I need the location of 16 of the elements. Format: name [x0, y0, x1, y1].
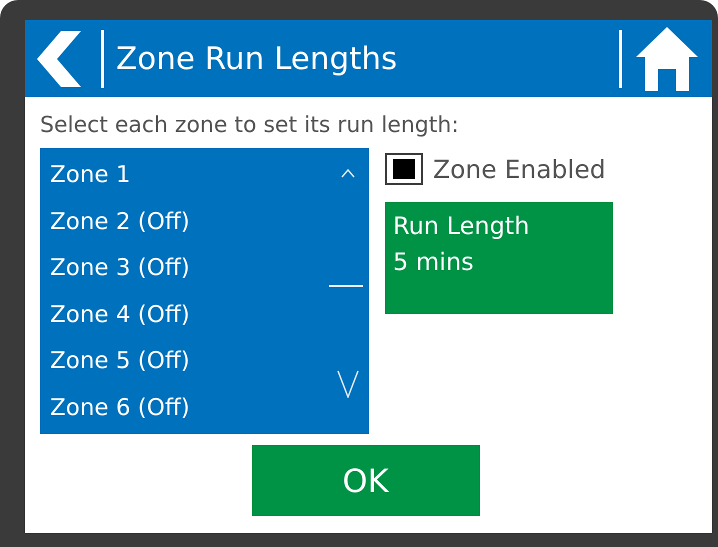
scroll-down-icon[interactable]	[337, 370, 359, 398]
run-length-button[interactable]: Run Length 5 mins	[385, 202, 613, 314]
scroll-thumb[interactable]	[329, 285, 363, 287]
checkbox-label: Zone Enabled	[433, 154, 606, 184]
scroll-up-icon[interactable]	[341, 169, 355, 178]
ok-button[interactable]: OK	[252, 445, 480, 516]
home-button[interactable]	[636, 26, 698, 90]
zone-list-item[interactable]: Zone 2 (Off)	[40, 204, 369, 250]
instruction-text: Select each zone to set its run length:	[40, 113, 460, 138]
zone-list-item[interactable]: Zone 3 (Off)	[40, 250, 369, 297]
window-title: Zone Run Lengths	[116, 40, 398, 76]
zone-list-item[interactable]: Zone 5 (Off)	[40, 343, 369, 390]
zone-enabled-checkbox[interactable]	[385, 153, 423, 185]
zone-list-item[interactable]: Zone 4 (Off)	[40, 296, 369, 344]
zone-list-item[interactable]: Zone 1	[40, 157, 369, 204]
zone-list-item[interactable]: Zone 6 (Off)	[40, 390, 369, 437]
